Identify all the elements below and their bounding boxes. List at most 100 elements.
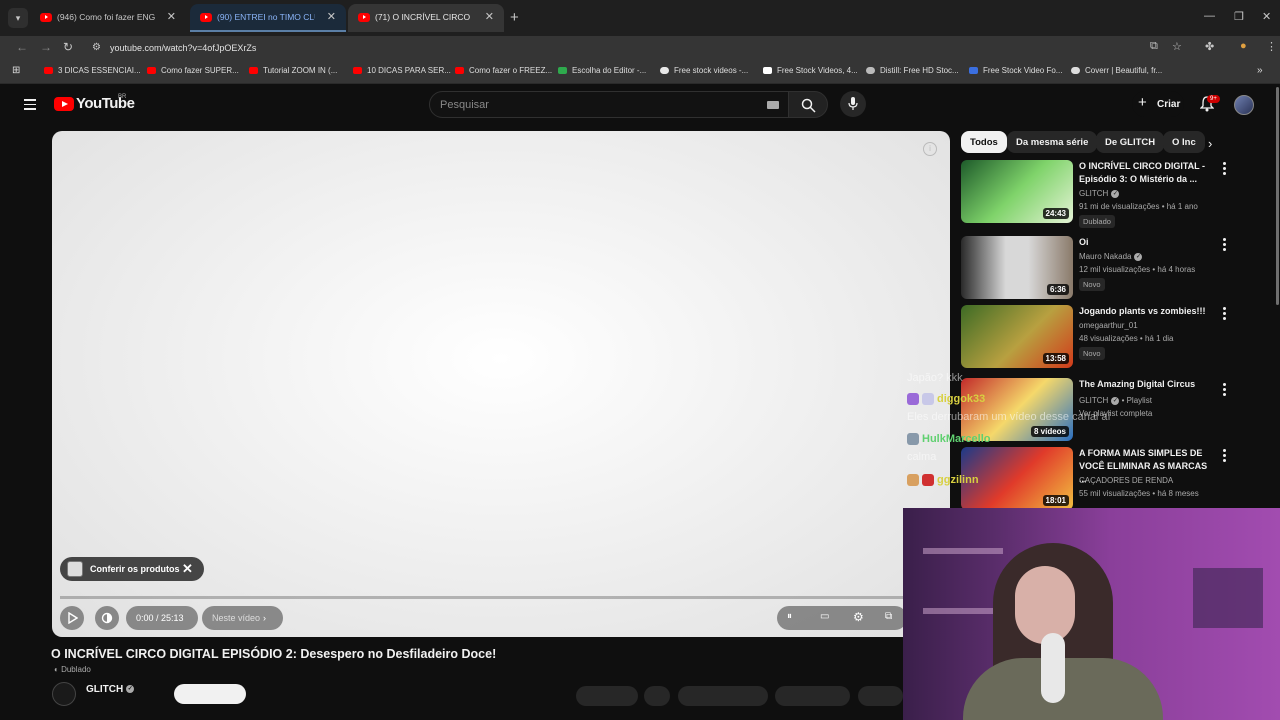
browser-tab[interactable]: (90) ENTREI no TIMO CLUB em ✕	[190, 4, 346, 32]
settings-gear-icon[interactable]: ⚙	[853, 610, 864, 624]
dislike-button[interactable]	[644, 686, 670, 706]
search-box[interactable]: Pesquisar	[429, 91, 789, 118]
browser-tab[interactable]: (946) Como foi fazer ENGENHARIA ✕	[30, 4, 186, 32]
search-button[interactable]	[788, 91, 828, 118]
cast-icon[interactable]: ⧉	[1150, 40, 1158, 53]
bookmark-item[interactable]: Free Stock Videos, 4...	[763, 66, 858, 75]
play-button[interactable]	[60, 606, 84, 630]
forward-icon[interactable]: →	[40, 40, 52, 54]
back-icon[interactable]: ←	[16, 40, 28, 54]
bookmark-star-icon[interactable]: ☆	[1172, 40, 1182, 53]
dubbed-icon: ◐	[54, 665, 62, 674]
close-icon[interactable]: ✕	[182, 561, 193, 577]
save-button[interactable]	[858, 686, 903, 706]
url-text[interactable]: youtube.com/watch?v=4ofJpOEXrZs	[110, 43, 256, 53]
new-tab-icon[interactable]: +	[510, 9, 519, 26]
recommended-video[interactable]: 13:58 Jogando plants vs zombies!!! omega…	[961, 305, 1226, 371]
more-options-icon[interactable]	[1223, 238, 1226, 253]
video-title[interactable]: O INCRÍVEL CIRCO DIGITAL - Episódio 3: O…	[1079, 160, 1215, 186]
subscribe-button[interactable]	[174, 684, 246, 704]
app-root: ▾ (946) Como foi fazer ENGENHARIA ✕ (90)…	[0, 0, 1280, 720]
thanks-button[interactable]	[775, 686, 850, 706]
apps-grid-icon[interactable]: ⊞	[12, 65, 20, 76]
pause-autoplay-icon[interactable]: ⏸	[787, 611, 792, 622]
channel-avatar[interactable]	[52, 682, 76, 706]
bookmark-item[interactable]: Distill: Free HD Stoc...	[866, 66, 959, 75]
browser-tab-active[interactable]: (71) O INCRÍVEL CIRCO DIGITAL ✕	[348, 4, 504, 32]
browser-menu-icon[interactable]: ⋮	[1266, 40, 1277, 53]
bookmark-label: Tutorial ZOOM IN (...	[263, 66, 338, 75]
chip-same-series[interactable]: Da mesma série	[1007, 131, 1098, 153]
recommended-video[interactable]: 6:36 Oi Mauro Nakada ✓ 12 mil visualizaçõ…	[961, 236, 1226, 302]
maximize-icon[interactable]: ❐	[1234, 10, 1244, 23]
chevron-right-icon[interactable]: ›	[1208, 136, 1212, 151]
miniplayer-icon[interactable]: ⧉	[885, 611, 892, 622]
bookmark-label: Coverr | Beautiful, fr...	[1085, 66, 1163, 75]
share-button[interactable]	[678, 686, 768, 706]
chip-from-channel[interactable]: De GLITCH	[1096, 131, 1165, 153]
channel-name[interactable]: GLITCH ✓	[1079, 189, 1120, 198]
address-bar[interactable]: ⚙ youtube.com/watch?v=4ofJpOEXrZs	[84, 38, 1134, 58]
streamer-webcam	[903, 508, 1280, 720]
badge-icon	[907, 474, 919, 487]
bookmark-item[interactable]: Coverr | Beautiful, fr...	[1071, 66, 1162, 75]
user-avatar[interactable]	[1234, 95, 1254, 115]
reload-icon[interactable]: ↻	[63, 40, 73, 54]
bookmark-item[interactable]: Escolha do Editor -...	[558, 66, 646, 75]
like-button[interactable]	[576, 686, 638, 706]
video-thumbnail[interactable]: 24:43	[961, 160, 1073, 223]
video-title[interactable]: Oi	[1079, 236, 1215, 249]
video-meta: 12 mil visualizações • há 4 horas	[1079, 265, 1196, 274]
more-options-icon[interactable]	[1223, 449, 1226, 464]
bookmark-label: Free stock videos -...	[674, 66, 749, 75]
more-options-icon[interactable]	[1223, 162, 1226, 177]
bookmark-item[interactable]: 10 DICAS PARA SER...	[353, 66, 451, 75]
voice-search-button[interactable]	[840, 91, 866, 117]
video-thumbnail[interactable]: 13:58	[961, 305, 1073, 368]
tab-search-icon[interactable]: ▾	[8, 8, 28, 28]
extensions-icon[interactable]: ✤	[1205, 40, 1214, 53]
duration-label: 6:36	[1046, 284, 1069, 295]
products-button[interactable]: Conferir os produtos ✕	[60, 557, 204, 581]
more-bookmarks-icon[interactable]: »	[1257, 65, 1263, 76]
create-button[interactable]: + Criar	[1132, 91, 1184, 117]
subtitles-icon[interactable]: ▭	[820, 611, 829, 622]
close-window-icon[interactable]: ✕	[1262, 10, 1271, 23]
vimeo-favicon-icon	[763, 67, 772, 75]
more-options-icon[interactable]	[1223, 383, 1226, 398]
close-tab-icon[interactable]: ✕	[485, 10, 494, 23]
streamer-face	[1015, 566, 1075, 644]
coverr-favicon-icon	[1071, 67, 1080, 75]
chip-more[interactable]: O Inc	[1163, 131, 1205, 153]
site-info-icon[interactable]: ⚙	[92, 42, 101, 53]
keyboard-icon[interactable]	[767, 101, 779, 109]
bookmark-item[interactable]: Como fazer SUPER...	[147, 66, 239, 75]
sidebar-scrollbar[interactable]	[1275, 85, 1280, 305]
youtube-logo[interactable]: YouTube BR	[54, 94, 135, 113]
close-tab-icon[interactable]: ✕	[327, 10, 336, 23]
chapter-button[interactable]: Neste vídeo ›	[202, 606, 283, 630]
more-options-icon[interactable]	[1223, 307, 1226, 322]
info-icon[interactable]: i	[923, 142, 937, 156]
channel-name[interactable]: omegaarthur_01	[1079, 321, 1138, 330]
video-player[interactable]: i Conferir os produtos ✕ 0:00 / 25:13 Ne…	[52, 131, 950, 637]
volume-button[interactable]	[95, 606, 119, 630]
bookmark-item[interactable]: Free stock videos -...	[660, 66, 748, 75]
bookmark-item[interactable]: Tutorial ZOOM IN (...	[249, 66, 337, 75]
youtube-header: YouTube BR Pesquisar + Criar 9+	[0, 85, 1280, 125]
profile-icon[interactable]: ●	[1240, 40, 1247, 52]
bookmark-item[interactable]: Free Stock Video Fo...	[969, 66, 1062, 75]
chip-all[interactable]: Todos	[961, 131, 1007, 153]
progress-bar[interactable]	[60, 596, 940, 599]
channel-name[interactable]: Mauro Nakada ✓	[1079, 252, 1143, 261]
menu-hamburger-icon[interactable]	[24, 99, 36, 113]
close-tab-icon[interactable]: ✕	[167, 10, 176, 23]
video-thumbnail[interactable]: 6:36	[961, 236, 1073, 299]
video-title[interactable]: Jogando plants vs zombies!!!	[1079, 305, 1215, 318]
minimize-icon[interactable]: —	[1204, 10, 1215, 22]
bookmark-item[interactable]: 3 DICAS ESSENCIAI...	[44, 66, 141, 75]
bookmark-item[interactable]: Como fazer o FREEZ...	[455, 66, 552, 75]
channel-name-main[interactable]: GLITCH ✓	[86, 684, 135, 695]
editor-favicon-icon	[558, 67, 567, 75]
recommended-video[interactable]: 24:43 O INCRÍVEL CIRCO DIGITAL - Episódi…	[961, 160, 1226, 228]
